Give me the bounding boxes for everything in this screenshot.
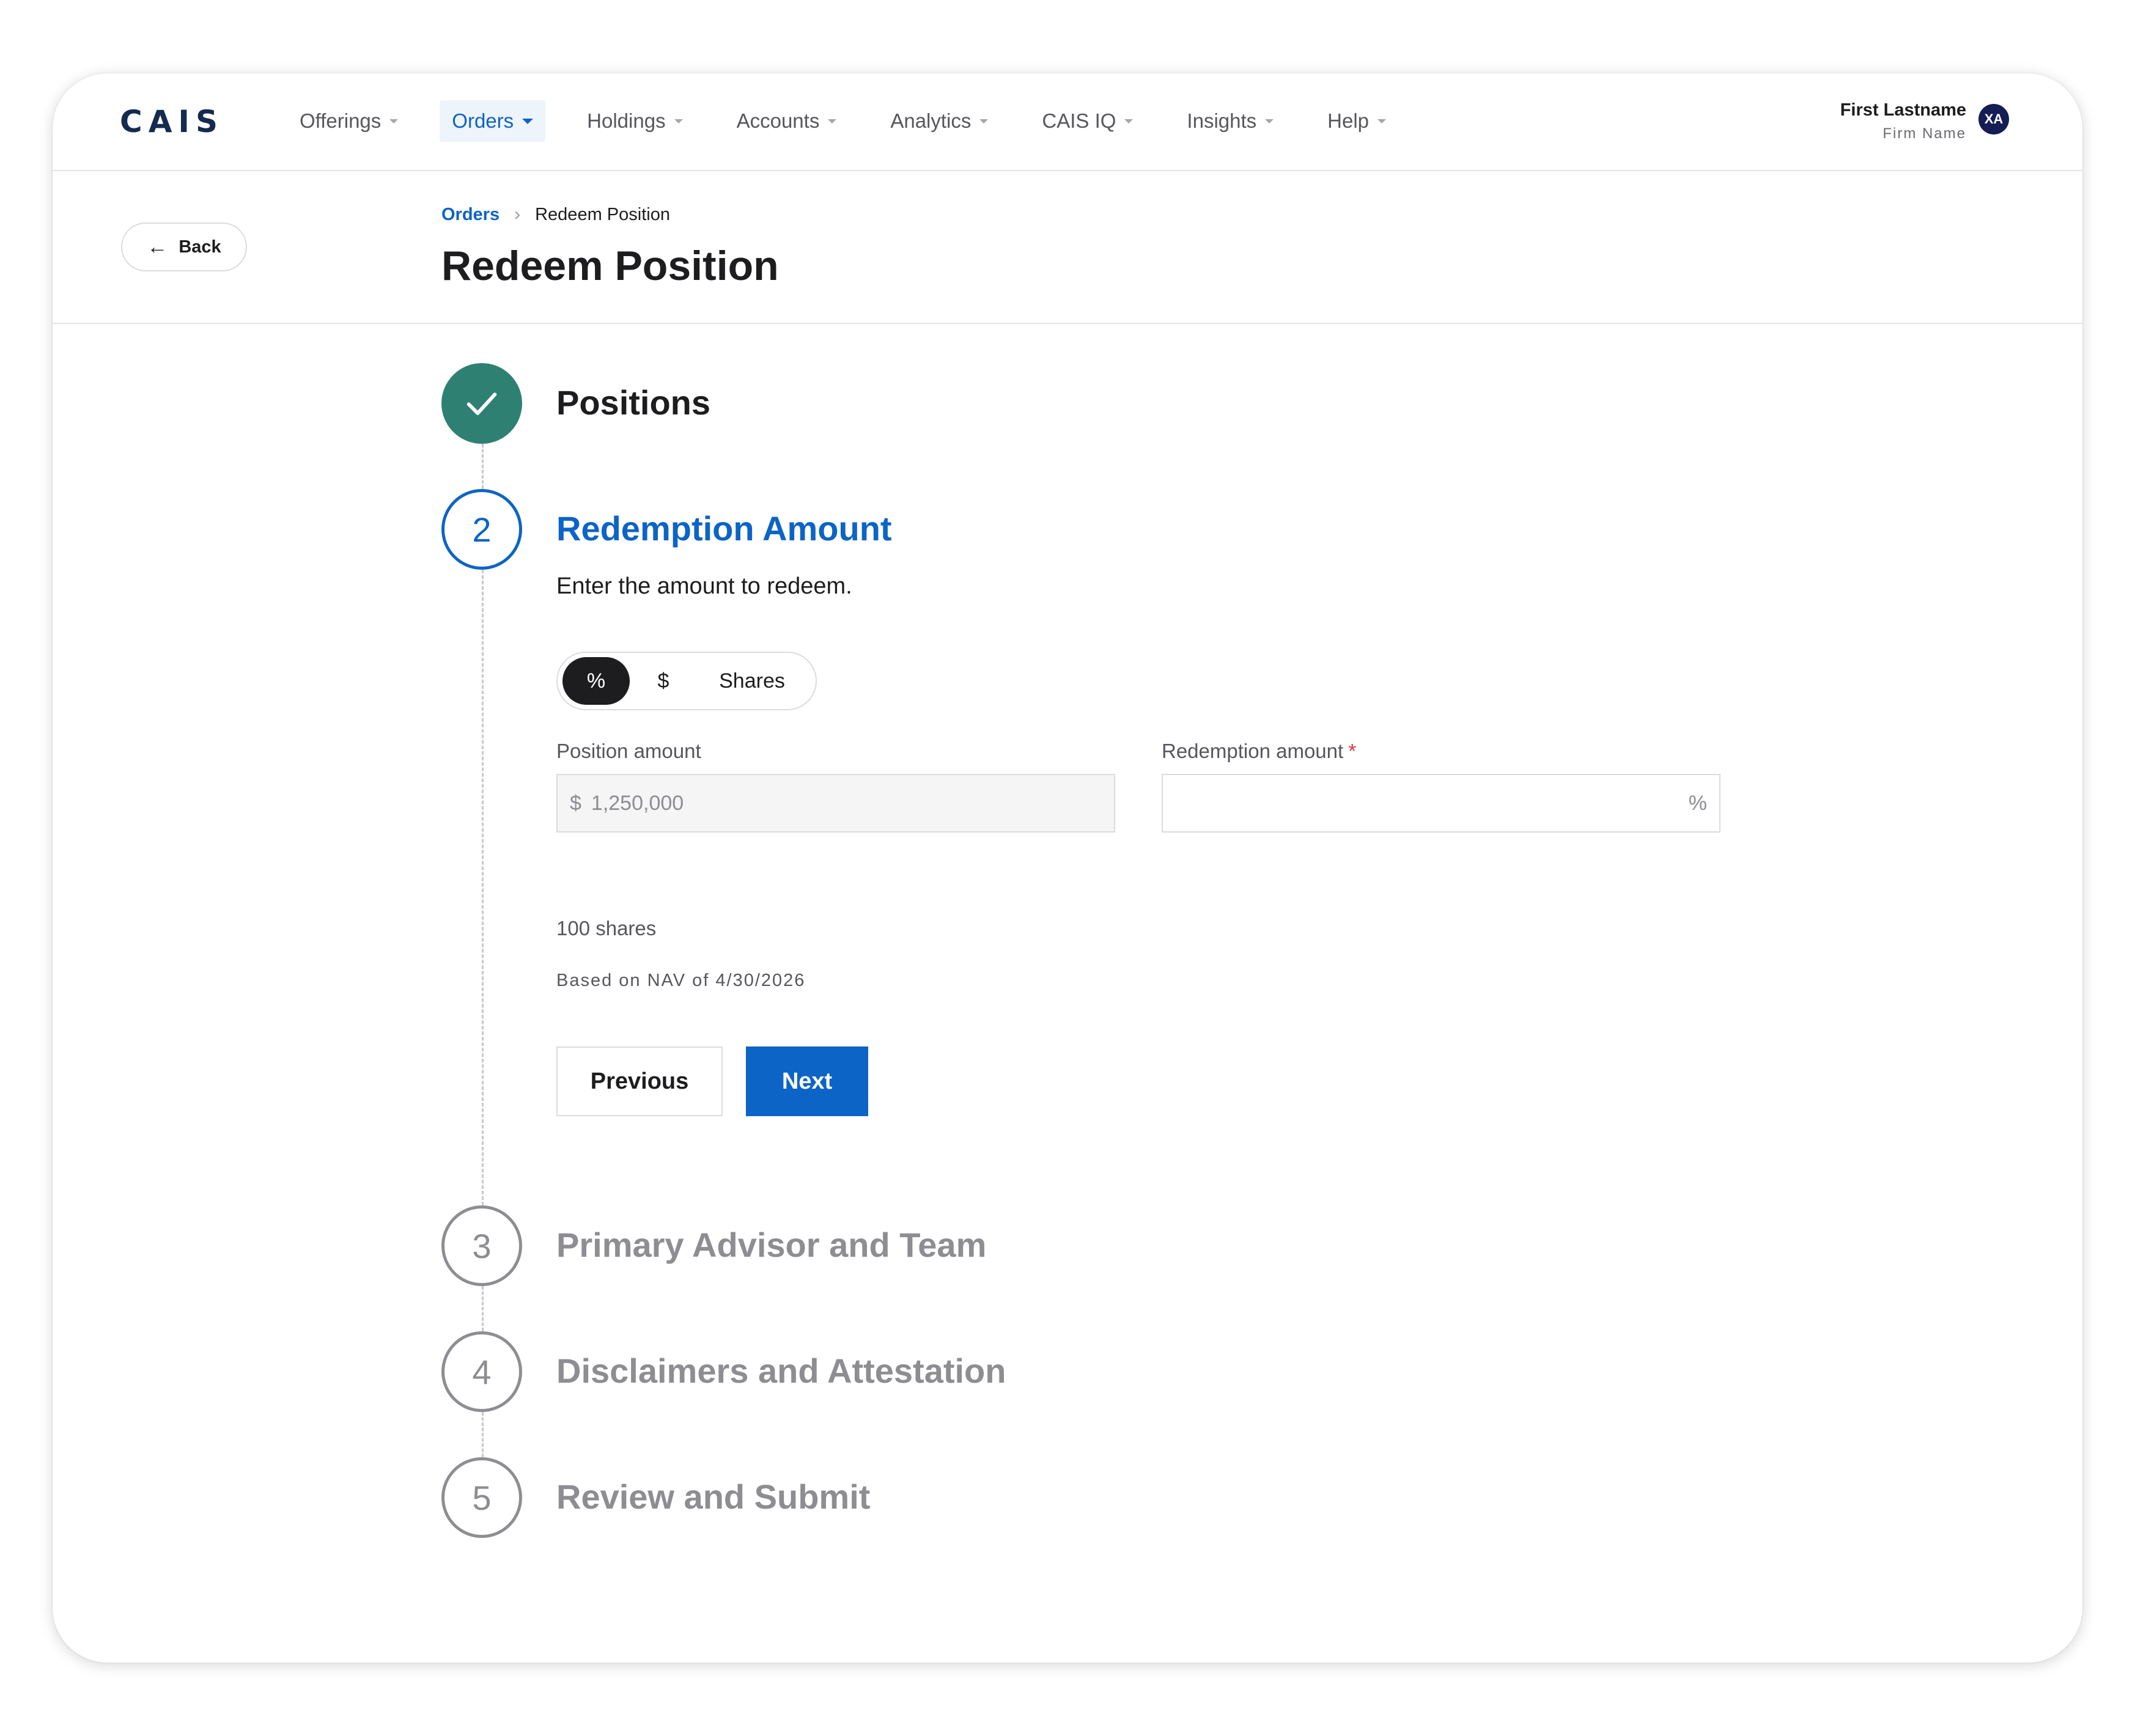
back-label: Back [179,237,221,257]
top-nav: CAIS Offerings Orders Holdings Accounts … [53,73,2082,171]
chevron-down-icon [1265,119,1274,123]
chevron-down-icon [389,119,399,123]
nav-item-holdings[interactable]: Holdings [575,100,695,142]
step-5-indicator: 5 [441,1457,522,1538]
step-3-indicator: 3 [441,1205,522,1286]
step-instructions: Enter the amount to redeem. [556,573,852,599]
nav-item-label: Holdings [587,109,666,132]
breadcrumb: Orders › Redeem Position [441,204,670,225]
step-title-redemption-amount: Redemption Amount [556,509,892,548]
step-connector [482,444,484,489]
nav-item-label: Orders [452,109,514,132]
nav-item-accounts[interactable]: Accounts [725,100,849,142]
step-4-indicator: 4 [441,1331,522,1412]
chevron-down-icon [1124,119,1134,123]
chevron-down-icon [979,119,989,123]
unit-option-shares[interactable]: Shares [697,657,807,705]
nav-item-insights[interactable]: Insights [1174,100,1286,142]
nav-item-label: CAIS IQ [1042,109,1116,132]
percent-suffix: % [1688,791,1707,815]
page-header: ← Back Orders › Redeem Position Redeem P… [53,171,2082,324]
page-title: Redeem Position [441,243,779,289]
nav-item-label: Insights [1187,109,1257,132]
nav-item-label: Analytics [890,109,972,132]
nav-item-label: Help [1327,109,1370,132]
unit-option-dollar[interactable]: $ [630,657,697,705]
position-amount-value: 1,250,000 [591,791,684,815]
unit-option-percent[interactable]: % [562,657,630,705]
step-connector [482,570,484,1205]
chevron-down-icon [1377,119,1387,123]
step-title-primary-advisor: Primary Advisor and Team [556,1226,987,1264]
unit-toggle: % $ Shares [556,652,817,710]
app-window: CAIS Offerings Orders Holdings Accounts … [53,73,2082,1663]
nav-item-analytics[interactable]: Analytics [878,100,1000,142]
nav-date-note: Based on NAV of 4/30/2026 [556,971,806,990]
nav-item-orders[interactable]: Orders [440,100,546,142]
next-button[interactable]: Next [746,1046,868,1116]
position-amount-label: Position amount [556,740,701,762]
redemption-amount-field: % [1162,774,1720,833]
redemption-amount-label: Redemption amount * [1162,740,1356,763]
breadcrumb-current: Redeem Position [535,204,670,224]
currency-prefix: $ [570,791,581,815]
cais-logo[interactable]: CAIS [120,104,224,139]
previous-button[interactable]: Previous [556,1046,723,1116]
checkmark-icon [466,392,497,415]
redemption-amount-input[interactable] [1175,791,1689,815]
step-title-review-submit: Review and Submit [556,1477,871,1516]
user-name: First Lastname [1840,100,1966,120]
step-title-disclaimers: Disclaimers and Attestation [556,1352,1006,1390]
back-button[interactable]: ← Back [121,223,247,271]
shares-note: 100 shares [556,917,657,940]
redemption-amount-label-text: Redemption amount [1162,740,1344,762]
nav-item-help[interactable]: Help [1315,100,1398,142]
nav-item-label: Accounts [736,109,820,132]
step-connector [482,1412,484,1457]
user-menu[interactable]: First Lastname Firm Name [1840,100,1966,142]
nav-item-offerings[interactable]: Offerings [287,100,410,142]
nav-menu: Offerings Orders Holdings Accounts Analy… [287,100,1428,142]
position-amount-field: $ 1,250,000 [556,774,1115,833]
avatar[interactable]: XA [1978,104,2009,134]
chevron-down-icon [522,118,534,124]
step-connector [482,1286,484,1331]
step-1-complete [441,363,522,444]
chevron-down-icon [828,119,837,123]
arrow-left-icon: ← [147,235,168,259]
chevron-down-icon [674,119,683,123]
required-indicator: * [1348,740,1357,762]
firm-name: Firm Name [1882,125,1966,142]
step-title-positions[interactable]: Positions [556,383,710,422]
step-2-indicator: 2 [441,489,522,570]
nav-item-cais-iq[interactable]: CAIS IQ [1030,100,1145,142]
nav-item-label: Offerings [300,109,382,132]
breadcrumb-link-orders[interactable]: Orders [441,205,500,225]
chevron-right-icon: › [514,204,521,224]
